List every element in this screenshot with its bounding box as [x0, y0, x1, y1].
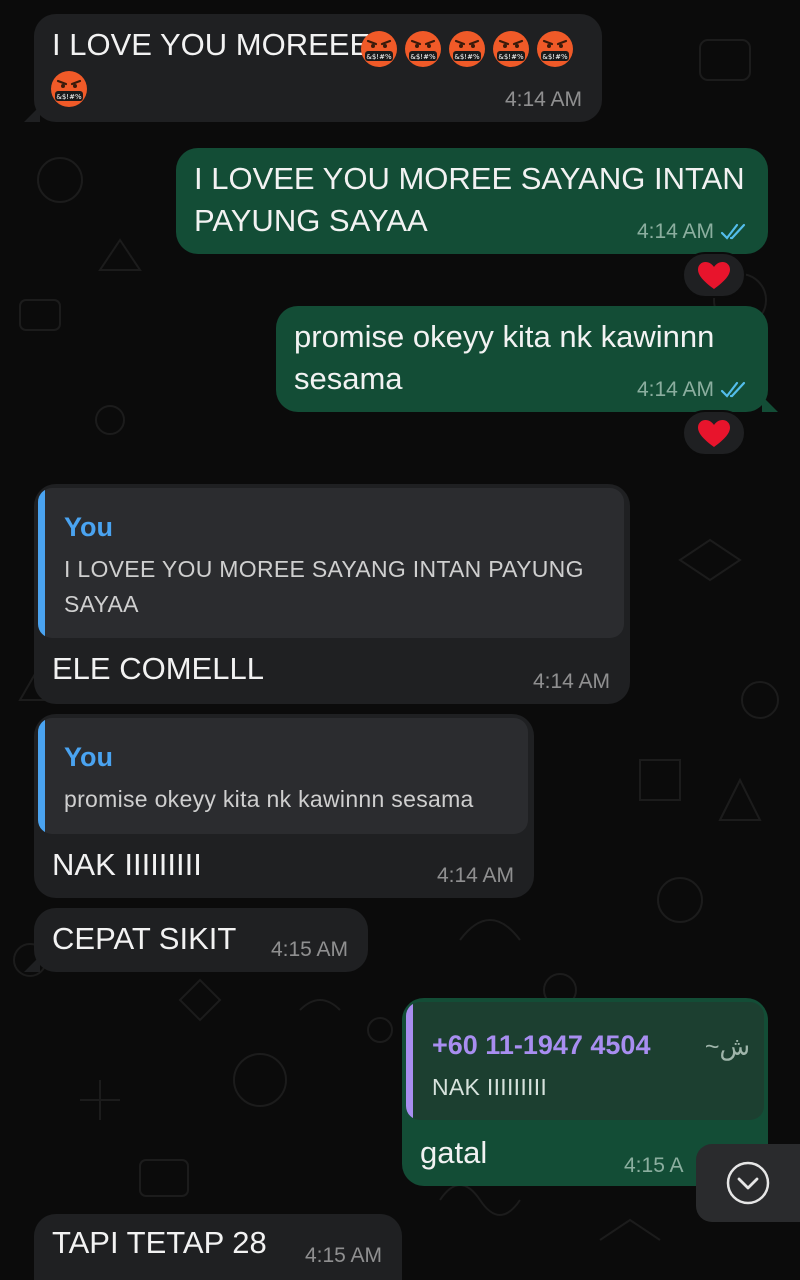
- message-time: 4:14 AM: [532, 670, 610, 693]
- quote-accent-bar: [38, 718, 45, 834]
- message-text: I LOVEE YOU MOREE SAYANG INTAN: [194, 161, 745, 196]
- quote-text: I LOVEE YOU MOREE SAYANG INTAN PAYUNG: [64, 556, 584, 582]
- message-text: CEPAT SIKIT: [52, 921, 237, 956]
- message-time: 4:14 AM: [636, 220, 714, 243]
- quote-text: promise okeyy kita nk kawinnn sesama: [64, 786, 474, 812]
- angry-swearing-face-icon: &$!#%: [493, 31, 529, 67]
- angry-swearing-face-icon: &$!#%: [537, 31, 573, 67]
- message-time: 4:15 AM: [304, 1244, 382, 1267]
- message-time: 4:14 AM: [504, 88, 582, 111]
- quote-accent-bar: [38, 488, 45, 638]
- scroll-to-bottom-button[interactable]: [696, 1144, 800, 1222]
- quote-text: SAYAA: [64, 591, 139, 617]
- message-incoming[interactable]: You promise okeyy kita nk kawinnn sesama…: [34, 714, 534, 898]
- message-time: 4:14 AM: [636, 378, 714, 401]
- message-outgoing[interactable]: promise okeyy kita nk kawinnn sesama 4:1…: [276, 306, 778, 412]
- red-heart-icon: [698, 420, 730, 447]
- message-text: ELE COMELLL: [52, 651, 264, 686]
- message-text: I LOVE YOU MOREEE: [52, 27, 371, 62]
- quote-text: NAK IIIIIIIII: [432, 1074, 548, 1100]
- angry-swearing-face-icon: &$!#%: [51, 71, 87, 107]
- message-text: sesama: [294, 361, 403, 396]
- quote-alias: ~ش: [704, 1033, 750, 1061]
- angry-swearing-face-icon: &$!#%: [449, 31, 485, 67]
- message-time: 4:15 A: [624, 1154, 684, 1177]
- message-outgoing[interactable]: I LOVEE YOU MOREE SAYANG INTAN PAYUNG SA…: [176, 148, 768, 254]
- angry-swearing-face-icon: &$!#%: [361, 31, 397, 67]
- quoted-message[interactable]: You I LOVEE YOU MOREE SAYANG INTAN PAYUN…: [38, 488, 624, 638]
- svg-text:&$!#%: &$!#%: [542, 53, 568, 61]
- svg-text:&$!#%: &$!#%: [56, 93, 82, 101]
- quote-author: You: [64, 742, 113, 772]
- chevron-down-icon: [726, 1161, 770, 1205]
- angry-swearing-face-icon: &$!#%: [405, 31, 441, 67]
- svg-text:&$!#%: &$!#%: [410, 53, 436, 61]
- reaction-badge[interactable]: [682, 410, 746, 456]
- read-receipt-icon: [720, 381, 746, 398]
- message-text: PAYUNG SAYAA: [194, 203, 428, 238]
- message-time: 4:15 AM: [270, 938, 348, 961]
- reaction-badge[interactable]: [682, 252, 746, 298]
- message-time: 4:14 AM: [436, 864, 514, 887]
- message-incoming[interactable]: I LOVE YOU MOREEE &$!#% &$!#% &$!#% &$!#% &$…: [24, 14, 602, 122]
- quote-author: +60 11-1947 4504: [432, 1030, 651, 1060]
- message-text: TAPI TETAP 28: [52, 1225, 267, 1260]
- svg-text:&$!#%: &$!#%: [366, 53, 392, 61]
- message-incoming[interactable]: You I LOVEE YOU MOREE SAYANG INTAN PAYUN…: [34, 484, 630, 704]
- svg-text:&$!#%: &$!#%: [498, 53, 524, 61]
- red-heart-icon: [698, 262, 730, 289]
- quote-author: You: [64, 512, 113, 542]
- quote-accent-bar: [406, 1002, 413, 1120]
- message-incoming[interactable]: CEPAT SIKIT 4:15 AM: [24, 908, 368, 972]
- message-text: NAK IIIIIIIII: [52, 847, 202, 882]
- quoted-message[interactable]: You promise okeyy kita nk kawinnn sesama: [38, 718, 528, 834]
- message-text: promise okeyy kita nk kawinnn: [294, 319, 715, 354]
- quoted-message[interactable]: +60 11-1947 4504 ~ش NAK IIIIIIIII: [406, 1002, 764, 1120]
- read-receipt-icon: [720, 223, 746, 240]
- svg-text:&$!#%: &$!#%: [454, 53, 480, 61]
- message-incoming[interactable]: TAPI TETAP 28 4:15 AM: [34, 1214, 402, 1280]
- message-text: gatal: [420, 1135, 488, 1170]
